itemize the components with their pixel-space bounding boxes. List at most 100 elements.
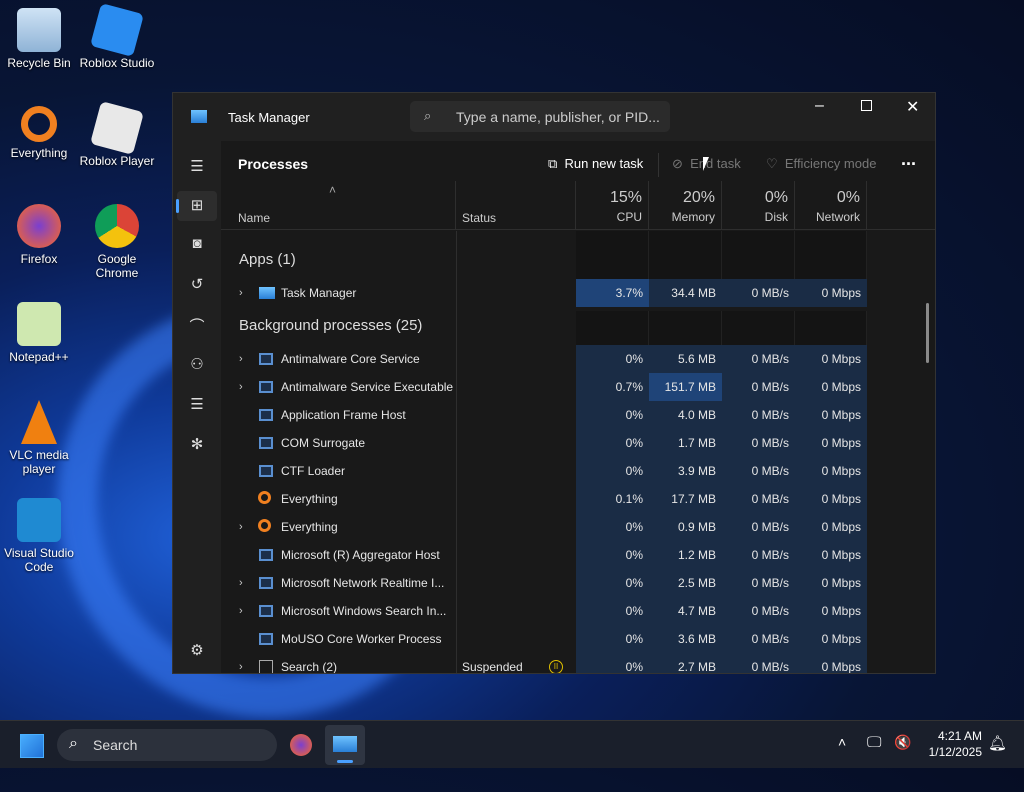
process-mem: 4.0 MB bbox=[649, 401, 722, 429]
desktop-icon-roblox-player[interactable]: Roblox Player bbox=[78, 101, 156, 168]
desktop-icon-chrome[interactable]: Google Chrome bbox=[78, 204, 156, 280]
group-spacer bbox=[649, 231, 722, 279]
search-input[interactable]: ⌕ Type a name, publisher, or PID... bbox=[410, 101, 670, 132]
column-network[interactable]: 0% Network bbox=[795, 181, 867, 229]
nav-processes[interactable]: ⊞ bbox=[176, 191, 217, 221]
process-row[interactable]: MoUSO Core Worker Process 0% 3.6 MB 0 MB/s 0… bbox=[221, 625, 867, 653]
process-row[interactable]: › Microsoft Network Realtime I... 0% 2.5 MB… bbox=[221, 569, 867, 597]
memory-total: 20% bbox=[682, 189, 715, 206]
process-mem: 5.6 MB bbox=[649, 345, 722, 373]
leaf-icon: ♡ bbox=[766, 156, 778, 171]
desktop-icon-vlc[interactable]: VLC media player bbox=[0, 400, 78, 476]
process-row[interactable]: CTF Loader 0% 3.9 MB 0 MB/s 0 Mbps bbox=[221, 457, 867, 485]
process-net: 0 Mbps bbox=[795, 513, 867, 541]
expand-chevron-icon[interactable]: › bbox=[239, 345, 243, 373]
nav-startup-icon[interactable]: ⌒ bbox=[187, 315, 207, 335]
process-name: Microsoft (R) Aggregator Host bbox=[281, 548, 440, 562]
run-new-task-button[interactable]: ⧉ Run new task bbox=[548, 156, 643, 172]
cpu-total: 15% bbox=[609, 189, 642, 206]
search-app-icon bbox=[259, 660, 273, 673]
column-memory[interactable]: 20% Memory bbox=[649, 181, 722, 229]
expand-chevron-icon[interactable]: › bbox=[239, 373, 243, 401]
expand-chevron-icon[interactable]: › bbox=[239, 513, 243, 541]
app-icon bbox=[259, 577, 273, 589]
app-icon bbox=[259, 409, 273, 421]
process-row[interactable]: Application Frame Host 0% 4.0 MB 0 MB/s 0 Mb… bbox=[221, 401, 867, 429]
process-row[interactable]: › Antimalware Core Service 0% 5.6 MB 0 MB/s 0… bbox=[221, 345, 867, 373]
app-icon bbox=[259, 353, 273, 365]
expand-chevron-icon[interactable]: › bbox=[239, 597, 243, 625]
clock[interactable]: 4:21 AM 1/12/2025 bbox=[920, 728, 982, 760]
volume-muted-icon[interactable]: 🔇 bbox=[894, 734, 911, 751]
process-row[interactable]: › Task Manager 3.7% 34.4 MB 0 MB/s 0 Mbps bbox=[221, 279, 867, 307]
process-mem: 2.5 MB bbox=[649, 569, 722, 597]
minimize-button[interactable]: – bbox=[815, 97, 824, 115]
process-mem: 0.9 MB bbox=[649, 513, 722, 541]
process-row[interactable]: COM Surrogate 0% 1.7 MB 0 MB/s 0 Mbps bbox=[221, 429, 867, 457]
more-options-button[interactable]: ... bbox=[901, 149, 916, 170]
show-hidden-icons[interactable]: ˄ bbox=[838, 734, 846, 750]
expand-chevron-icon[interactable]: › bbox=[239, 279, 243, 307]
task-manager-taskbar-button[interactable] bbox=[325, 725, 365, 765]
process-row[interactable]: › Search (2) Suspended II 0% 2.7 MB 0 MB/s 0 Mb… bbox=[221, 653, 867, 673]
expand-chevron-icon[interactable]: › bbox=[239, 569, 243, 597]
desktop-icon-firefox[interactable]: Firefox bbox=[0, 204, 78, 266]
network-total: 0% bbox=[836, 189, 860, 206]
process-row[interactable]: Microsoft (R) Aggregator Host 0% 1.2 MB 0 M… bbox=[221, 541, 867, 569]
vlc-icon bbox=[21, 400, 57, 444]
start-button[interactable] bbox=[20, 734, 44, 758]
icon-label: Firefox bbox=[20, 252, 58, 266]
desktop-icon-recycle-bin[interactable]: Recycle Bin bbox=[0, 8, 78, 70]
everything-icon bbox=[21, 106, 57, 142]
settings-icon[interactable]: ⚙ bbox=[187, 641, 207, 661]
process-mem: 4.7 MB bbox=[649, 597, 722, 625]
column-cpu[interactable]: 15% CPU bbox=[576, 181, 649, 229]
taskbar-search[interactable]: ⌕ Search bbox=[57, 729, 277, 761]
nav-services-icon[interactable]: ✻ bbox=[187, 435, 207, 455]
desktop-icon-everything[interactable]: Everything bbox=[0, 106, 78, 160]
roblox-studio-icon bbox=[90, 3, 144, 57]
process-row[interactable]: Everything 0.1% 17.7 MB 0 MB/s 0 Mbps bbox=[221, 485, 867, 513]
time: 4:21 AM bbox=[937, 729, 982, 743]
column-name[interactable]: ˄ Name bbox=[221, 181, 456, 229]
column-disk[interactable]: 0% Disk bbox=[722, 181, 795, 229]
process-cpu: 0% bbox=[576, 429, 649, 457]
efficiency-mode-button[interactable]: ♡ Efficiency mode bbox=[766, 156, 876, 172]
icon-label: Recycle Bin bbox=[7, 56, 71, 70]
nav-performance-icon[interactable]: ◙ bbox=[187, 235, 207, 255]
scrollbar-thumb[interactable] bbox=[926, 303, 929, 363]
maximize-button[interactable] bbox=[861, 100, 872, 111]
task-manager-icon bbox=[191, 110, 207, 123]
processes-icon: ⊞ bbox=[190, 197, 204, 214]
column-status[interactable]: Status bbox=[456, 181, 576, 229]
expand-chevron-icon[interactable]: › bbox=[239, 653, 243, 673]
network-icon[interactable]: 🖵 bbox=[867, 734, 881, 751]
nav-app-history-icon[interactable]: ↺ bbox=[187, 275, 207, 295]
chrome-icon bbox=[95, 204, 139, 248]
firefox-taskbar-icon[interactable] bbox=[290, 734, 312, 756]
nav-users-icon[interactable]: ⚇ bbox=[187, 355, 207, 375]
firefox-icon bbox=[17, 204, 61, 248]
desktop-icon-vscode[interactable]: Visual Studio Code bbox=[0, 498, 78, 574]
desktop-icon-roblox-studio[interactable]: Roblox Studio bbox=[78, 3, 156, 70]
nav-details-icon[interactable]: ☰ bbox=[187, 395, 207, 415]
process-row[interactable]: › Antimalware Service Executable 0.7% 151.7… bbox=[221, 373, 867, 401]
process-name: Microsoft Network Realtime I... bbox=[281, 576, 445, 590]
process-row[interactable]: › Microsoft Windows Search In... 0% 4.7 MB 0… bbox=[221, 597, 867, 625]
group-background: Background processes (25) bbox=[239, 317, 423, 334]
process-table: Apps (1) Background processes (25) › Task… bbox=[221, 231, 935, 673]
process-disk: 0 MB/s bbox=[722, 541, 795, 569]
column-cpu-label: CPU bbox=[616, 210, 642, 224]
process-mem: 34.4 MB bbox=[649, 279, 722, 307]
app-icon bbox=[259, 437, 273, 449]
icon-label: Notepad++ bbox=[9, 350, 69, 364]
column-network-label: Network bbox=[815, 210, 860, 224]
process-disk: 0 MB/s bbox=[722, 485, 795, 513]
hamburger-menu-icon[interactable]: ☰ bbox=[187, 157, 207, 177]
close-button[interactable]: ✕ bbox=[906, 97, 919, 117]
process-row[interactable]: › Everything 0% 0.9 MB 0 MB/s 0 Mbps bbox=[221, 513, 867, 541]
process-name: Search (2) bbox=[281, 660, 338, 673]
recycle-bin-icon bbox=[17, 8, 61, 52]
desktop-icon-notepadpp[interactable]: Notepad++ bbox=[0, 302, 78, 364]
notification-bell-icon[interactable]: 🔔︎ bbox=[988, 734, 1007, 752]
